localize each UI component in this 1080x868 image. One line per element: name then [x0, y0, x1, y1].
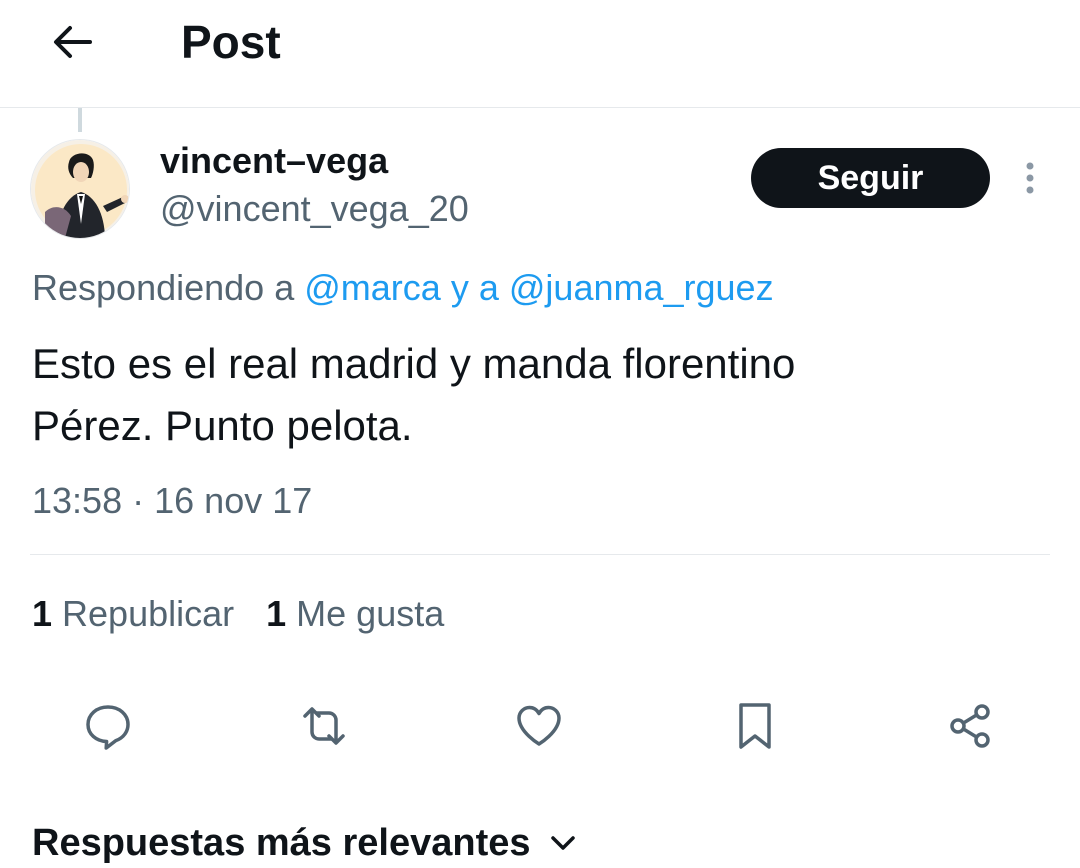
tweet-text-line: Esto es el real madrid y manda florentin… — [32, 340, 796, 387]
mention-link[interactable]: @juanma_rguez — [509, 267, 774, 308]
likes-stat[interactable]: 1 Me gusta — [266, 592, 444, 636]
reposts-label: Republicar — [62, 593, 235, 634]
author-avatar[interactable] — [30, 139, 130, 239]
replying-to-connector: y a — [450, 267, 499, 308]
tweet-text: Esto es el real madrid y manda florentin… — [32, 333, 1042, 457]
reposts-count: 1 — [32, 593, 53, 634]
author-display-name[interactable]: vincent–vega — [160, 140, 388, 182]
divider — [30, 554, 1050, 555]
repost-button[interactable] — [296, 698, 352, 754]
bookmark-icon — [733, 700, 777, 752]
top-bar: Post — [0, 0, 1080, 108]
more-options-button[interactable] — [1012, 156, 1048, 200]
replies-sort-selector[interactable]: Respuestas más relevantes — [32, 818, 577, 868]
heart-icon — [514, 701, 564, 751]
page-title: Post — [181, 16, 281, 68]
replying-to: Respondiendo a @marca y a @juanma_rguez — [32, 266, 774, 310]
share-button[interactable] — [942, 698, 998, 754]
replies-section-title: Respuestas más relevantes — [32, 822, 531, 864]
author-handle[interactable]: @vincent_vega_20 — [160, 188, 469, 230]
thread-connector-line — [78, 108, 82, 132]
engagement-stats: 1 Republicar 1 Me gusta — [32, 592, 476, 636]
repost-icon — [297, 701, 351, 751]
reply-icon — [83, 701, 133, 751]
replying-to-prefix: Respondiendo a — [32, 267, 295, 308]
chevron-down-icon — [549, 833, 577, 853]
tweet-date: 16 nov 17 — [154, 480, 313, 521]
tweet-time: 13:58 — [32, 480, 123, 521]
reply-button[interactable] — [80, 698, 136, 754]
likes-label: Me gusta — [296, 593, 445, 634]
follow-button[interactable]: Seguir — [751, 148, 990, 208]
share-icon — [945, 701, 995, 751]
arrow-left-icon — [50, 20, 94, 64]
likes-count: 1 — [266, 593, 287, 634]
like-button[interactable] — [511, 698, 567, 754]
tweet-timestamp[interactable]: 13:58 · 16 nov 17 — [32, 479, 312, 523]
tweet-text-line: Pérez. Punto pelota. — [32, 402, 413, 449]
bookmark-button[interactable] — [727, 698, 783, 754]
back-button[interactable] — [44, 14, 100, 70]
mention-link[interactable]: @marca — [304, 267, 441, 308]
meta-separator: · — [132, 480, 145, 521]
user-avatar-icon — [31, 140, 129, 238]
reposts-stat[interactable]: 1 Republicar — [32, 592, 234, 636]
more-vertical-icon — [1024, 160, 1036, 196]
